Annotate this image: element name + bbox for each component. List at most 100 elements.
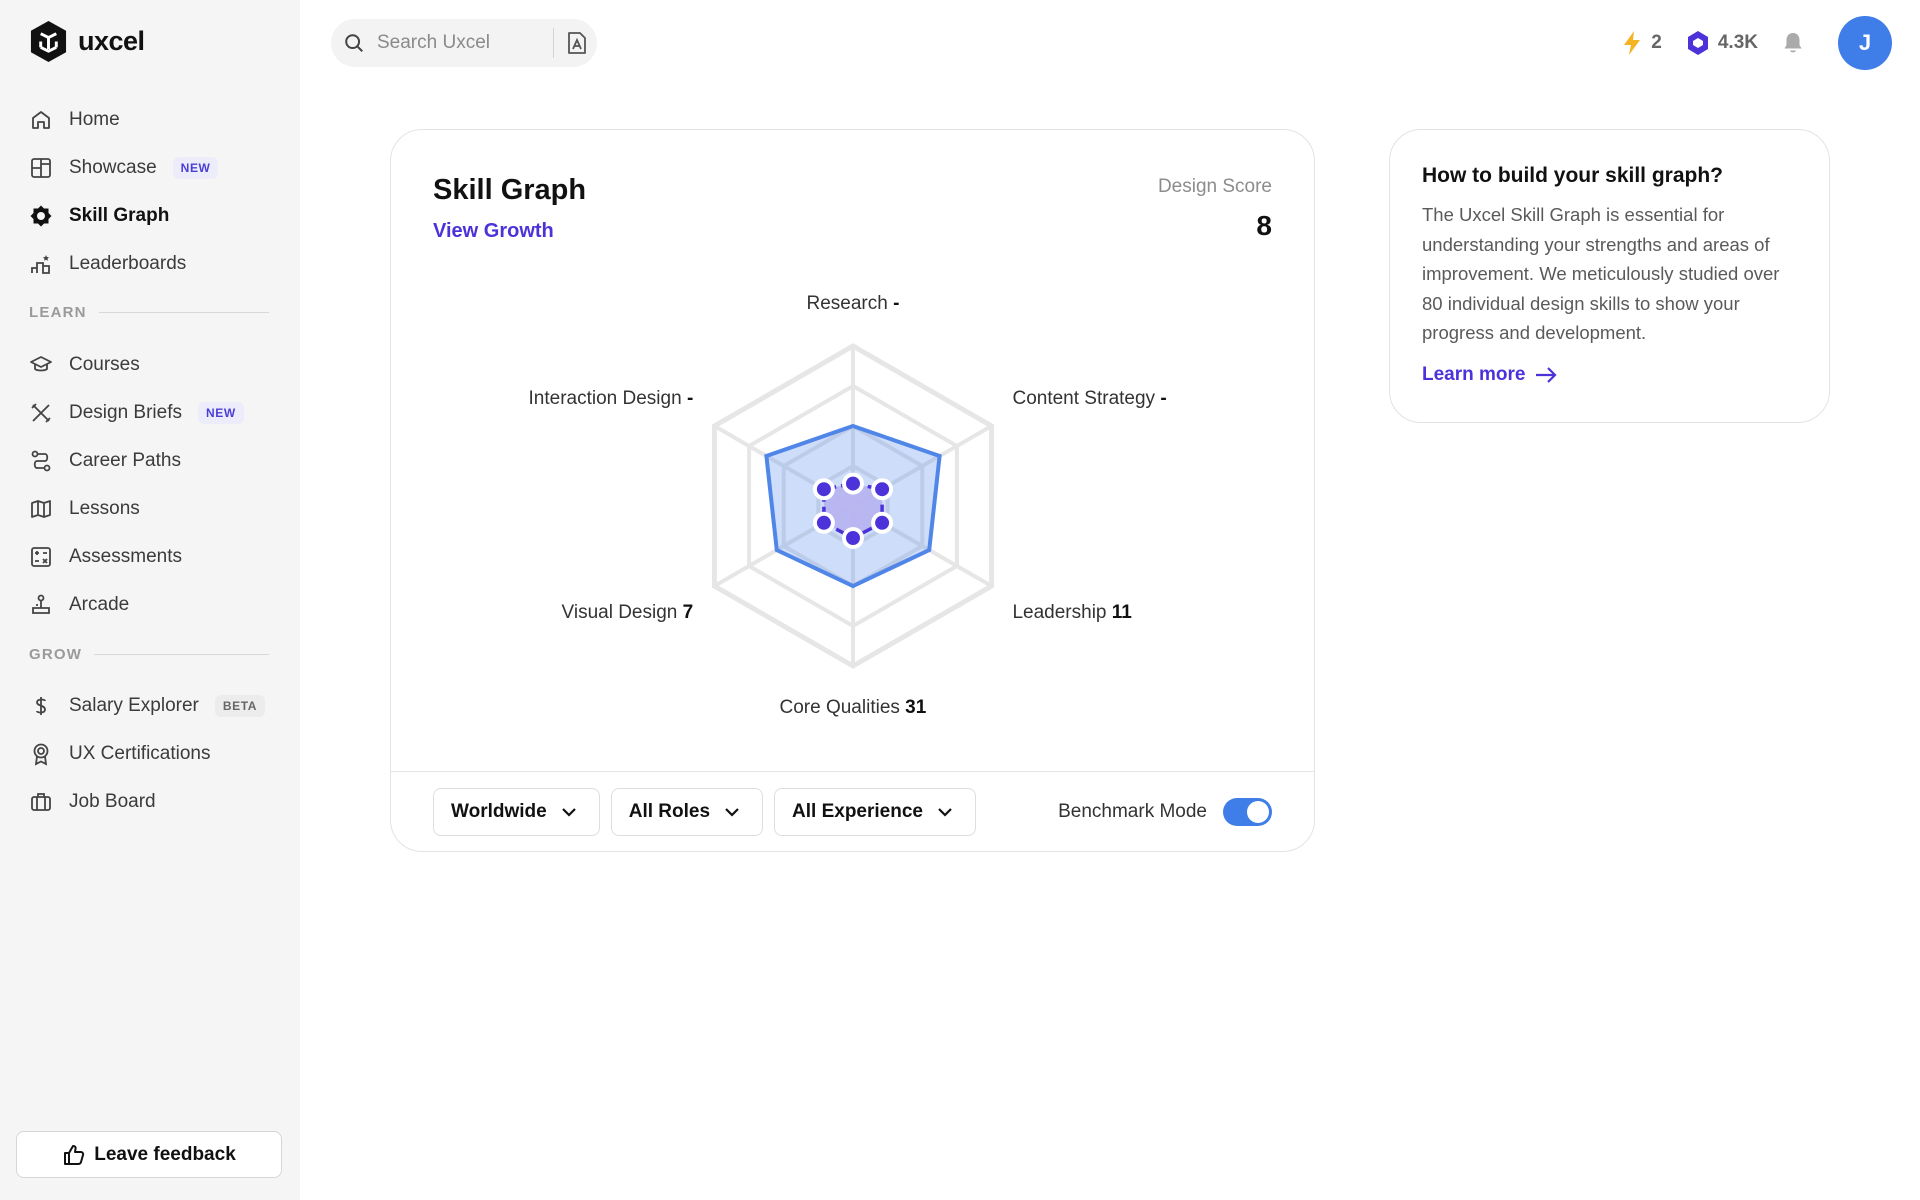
search-icon (345, 34, 363, 52)
new-badge: NEW (198, 402, 244, 424)
leave-feedback-label: Leave feedback (94, 1143, 236, 1165)
section-label-grow: GROW (29, 646, 269, 663)
chevron-down-icon (725, 808, 739, 817)
roles-select[interactable]: All Roles (610, 788, 764, 836)
sidebar-item-label: Career Paths (69, 450, 181, 471)
assessment-icon (29, 545, 53, 569)
experience-select[interactable]: All Experience (774, 788, 976, 836)
home-icon (29, 108, 53, 132)
sidebar-item-ux-certifications[interactable]: UX Certifications (29, 734, 211, 774)
section-label-text: GROW (29, 646, 83, 663)
streak-counter[interactable]: 2 (1621, 30, 1662, 56)
design-score-label: Design Score (1157, 176, 1272, 197)
thumbs-up-icon (64, 1144, 85, 1165)
search-bar[interactable] (331, 19, 597, 67)
benchmark-mode: Benchmark Mode (1058, 798, 1272, 826)
radar-point (816, 515, 831, 530)
chevron-down-icon (561, 808, 576, 817)
radar-point (846, 476, 860, 491)
learn-more-label: Learn more (1422, 364, 1526, 385)
axis-label-core-qualities: Core Qualities 31 (779, 697, 927, 718)
region-select-value: Worldwide (451, 801, 547, 822)
certificate-icon (29, 742, 53, 766)
section-divider (94, 654, 269, 655)
sidebar-item-leaderboards[interactable]: Leaderboards (29, 244, 186, 284)
search-input[interactable] (375, 31, 539, 55)
sidebar-item-label: Assessments (69, 546, 182, 567)
skill-graph-info-card: How to build your skill graph? The Uxcel… (1389, 129, 1830, 423)
sidebar-item-showcase[interactable]: Showcase NEW (29, 148, 219, 188)
roles-select-value: All Roles (628, 801, 711, 822)
design-briefs-icon (29, 401, 53, 425)
section-label-text: LEARN (29, 304, 87, 321)
sidebar-item-arcade[interactable]: Arcade (29, 585, 129, 625)
sidebar-item-job-board[interactable]: Job Board (29, 782, 156, 822)
sidebar-item-label: Design Briefs (69, 402, 182, 423)
sidebar-item-assessments[interactable]: Assessments (29, 537, 182, 577)
sidebar-item-label: Leaderboards (69, 253, 187, 274)
sidebar-item-lessons[interactable]: Lessons (29, 489, 140, 529)
keyboard-shortcut-icon[interactable] (566, 31, 588, 55)
skill-graph-icon (29, 204, 53, 228)
sidebar-item-career-paths[interactable]: Career Paths (29, 441, 181, 481)
sidebar-item-salary-explorer[interactable]: Salary Explorer BETA (29, 686, 266, 726)
sidebar-item-label: Courses (69, 354, 140, 375)
region-select[interactable]: Worldwide (433, 788, 600, 836)
benchmark-mode-toggle[interactable] (1223, 798, 1272, 826)
card-divider (391, 771, 1314, 772)
dollar-icon (29, 694, 53, 718)
sidebar-item-label: UX Certifications (69, 743, 211, 764)
sidebar-item-label: Arcade (69, 594, 130, 615)
sidebar-item-design-briefs[interactable]: Design Briefs NEW (29, 393, 244, 433)
card-title: Skill Graph (433, 174, 587, 206)
logo[interactable]: uxcel (29, 20, 145, 63)
briefcase-icon (29, 790, 53, 814)
top-stats: 2 4.3K J (1621, 16, 1892, 70)
leaderboard-icon (29, 252, 53, 276)
career-paths-icon (29, 449, 53, 473)
section-label-learn: LEARN (29, 304, 269, 321)
skill-radar-chart: Research - Content Strategy - Leadership… (391, 270, 1316, 740)
avatar-initial: J (1858, 30, 1872, 55)
sidebar-item-label: Showcase (69, 157, 157, 178)
chevron-down-icon (938, 808, 952, 817)
showcase-icon (29, 156, 53, 180)
radar-point (846, 531, 860, 545)
skill-graph-card: Skill Graph View Growth Design Score 8 R… (390, 129, 1315, 852)
design-score-value: 8 (1256, 210, 1272, 241)
sidebar-item-courses[interactable]: Courses (29, 345, 140, 385)
learn-more-link[interactable]: Learn more (1422, 364, 1558, 386)
filter-bar: Worldwide All Roles All Experience (433, 788, 976, 836)
sidebar-item-label: Salary Explorer (69, 695, 199, 716)
beta-badge: BETA (214, 695, 266, 717)
sidebar-item-label: Home (69, 109, 120, 130)
experience-select-value: All Experience (792, 801, 923, 822)
leave-feedback-button[interactable]: Leave feedback (16, 1131, 282, 1178)
new-badge: NEW (172, 157, 219, 179)
radar-svg (711, 343, 995, 669)
avatar[interactable]: J (1838, 16, 1892, 70)
graduation-cap-icon (29, 353, 53, 377)
info-title: How to build your skill graph? (1422, 164, 1724, 187)
axis-label-interaction-design: Interaction Design - (528, 388, 694, 409)
info-body: The Uxcel Skill Graph is essential for u… (1422, 204, 1780, 343)
sidebar-item-label: Job Board (69, 791, 156, 812)
search-divider (553, 28, 554, 58)
joystick-icon (29, 593, 53, 617)
section-divider (98, 312, 269, 313)
radar-point (875, 515, 890, 530)
streak-value: 2 (1651, 32, 1662, 53)
xp-value: 4.3K (1717, 32, 1758, 53)
xp-counter[interactable]: 4.3K (1686, 30, 1758, 56)
sidebar: uxcel Home Showcase NEW Skill Graph Lead… (0, 0, 300, 1200)
uxcel-logo-icon (30, 21, 67, 62)
toggle-knob (1247, 801, 1269, 823)
notification-bell-icon[interactable] (1782, 31, 1804, 55)
view-growth-link[interactable]: View Growth (433, 220, 554, 243)
sidebar-item-skill-graph[interactable]: Skill Graph (29, 196, 169, 236)
lightning-icon (1624, 31, 1641, 55)
sidebar-item-label: Lessons (69, 498, 140, 519)
axis-label-content-strategy: Content Strategy - (1012, 388, 1167, 409)
sidebar-item-home[interactable]: Home (29, 100, 120, 140)
xp-hexagon-icon (1687, 31, 1708, 55)
